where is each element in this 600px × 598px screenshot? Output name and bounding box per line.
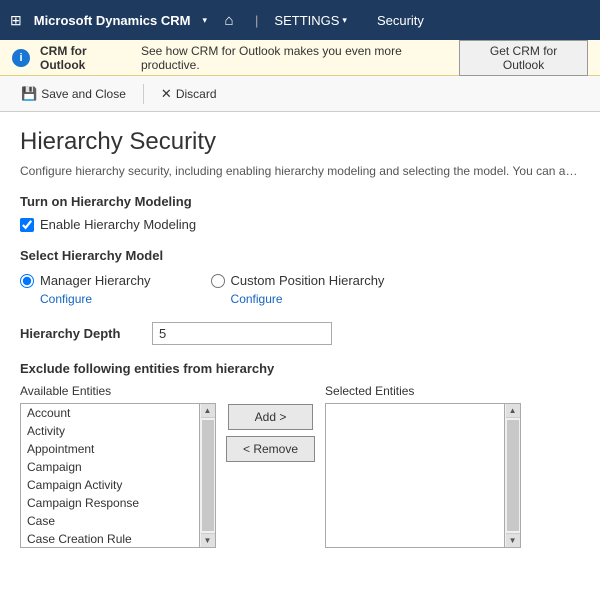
available-entities-label: Available Entities [20,384,216,398]
available-scroll-down[interactable]: ▼ [201,533,215,547]
list-item[interactable]: Campaign Activity [21,476,199,494]
security-label: Security [377,13,424,28]
info-bold-text: CRM for Outlook [40,44,131,72]
manager-hierarchy-option: Manager Hierarchy Configure [20,273,151,306]
discard-label: Discard [176,87,217,101]
enable-hierarchy-row: Enable Hierarchy Modeling [20,217,580,232]
list-item[interactable]: Case Creation Rule [21,530,199,548]
selected-entities-listbox[interactable] [325,403,505,548]
brand-label[interactable]: Microsoft Dynamics CRM [28,13,197,28]
manager-hierarchy-radio[interactable] [20,274,34,288]
get-crm-outlook-button[interactable]: Get CRM for Outlook [459,40,588,76]
exclude-entities-header: Exclude following entities from hierarch… [20,361,580,376]
hierarchy-model-radio-group: Manager Hierarchy Configure Custom Posit… [20,273,580,306]
custom-configure-link[interactable]: Configure [231,292,385,306]
enable-hierarchy-checkbox[interactable] [20,218,34,232]
custom-position-label: Custom Position Hierarchy [231,273,385,288]
discard-icon: ✕ [161,86,172,102]
ms-logo-icon: ⊞ [10,12,22,29]
brand-chevron[interactable]: ▾ [202,15,207,26]
toolbar-separator [143,84,144,104]
home-icon: ⌂ [224,12,233,29]
selected-scroll-up[interactable]: ▲ [506,404,520,418]
nav-divider: | [255,13,258,28]
page-description: Configure hierarchy security, including … [20,164,580,178]
info-bar: i CRM for Outlook See how CRM for Outloo… [0,40,600,76]
available-entities-listbox[interactable]: AccountActivityAppointmentCampaignCampai… [20,403,200,548]
available-entities-wrapper: AccountActivityAppointmentCampaignCampai… [20,403,216,548]
save-and-close-button[interactable]: 💾 Save and Close [10,81,137,107]
top-navigation: ⊞ Microsoft Dynamics CRM ▾ ⌂ | SETTINGS … [0,0,600,40]
discard-button[interactable]: ✕ Discard [150,81,228,107]
hierarchy-depth-label: Hierarchy Depth [20,326,140,341]
remove-button[interactable]: < Remove [226,436,315,462]
transfer-buttons: Add > < Remove [226,384,315,462]
manager-hierarchy-label: Manager Hierarchy [40,273,151,288]
select-model-header: Select Hierarchy Model [20,248,580,263]
available-scroll-track [202,420,214,531]
selected-scroll-down[interactable]: ▼ [506,533,520,547]
list-item[interactable]: Case [21,512,199,530]
custom-position-option: Custom Position Hierarchy Configure [211,273,385,306]
hierarchy-depth-input[interactable]: 5 [152,322,332,345]
entities-layout: Available Entities AccountActivityAppoin… [20,384,580,548]
custom-position-radio[interactable] [211,274,225,288]
save-and-close-label: Save and Close [41,87,126,101]
list-item[interactable]: Activity [21,422,199,440]
add-button[interactable]: Add > [228,404,313,430]
selected-entities-wrapper: ▲ ▼ [325,403,521,548]
info-icon: i [12,49,30,67]
main-content: Hierarchy Security Configure hierarchy s… [0,112,600,564]
selected-scrollbar: ▲ ▼ [505,403,521,548]
selected-entities-container: Selected Entities ▲ ▼ [325,384,521,548]
settings-label: SETTINGS [274,13,339,28]
available-entities-container: Available Entities AccountActivityAppoin… [20,384,216,548]
toolbar: 💾 Save and Close ✕ Discard [0,76,600,112]
selected-entities-label: Selected Entities [325,384,521,398]
security-nav-item[interactable]: Security [371,13,430,28]
list-item[interactable]: Account [21,404,199,422]
available-scrollbar: ▲ ▼ [200,403,216,548]
info-desc-text: See how CRM for Outlook makes you even m… [141,44,449,72]
available-scroll-up[interactable]: ▲ [201,404,215,418]
turn-on-header: Turn on Hierarchy Modeling [20,194,580,209]
list-item[interactable]: Appointment [21,440,199,458]
manager-configure-link[interactable]: Configure [40,292,151,306]
save-icon: 💾 [21,86,37,102]
hierarchy-depth-row: Hierarchy Depth 5 [20,322,580,345]
settings-nav-item[interactable]: SETTINGS ▾ [268,13,353,28]
list-item[interactable]: Campaign [21,458,199,476]
enable-hierarchy-label: Enable Hierarchy Modeling [40,217,196,232]
settings-chevron: ▾ [342,15,347,26]
home-button[interactable]: ⌂ [213,4,245,36]
selected-scroll-track [507,420,519,531]
list-item[interactable]: Campaign Response [21,494,199,512]
page-title: Hierarchy Security [20,128,580,156]
